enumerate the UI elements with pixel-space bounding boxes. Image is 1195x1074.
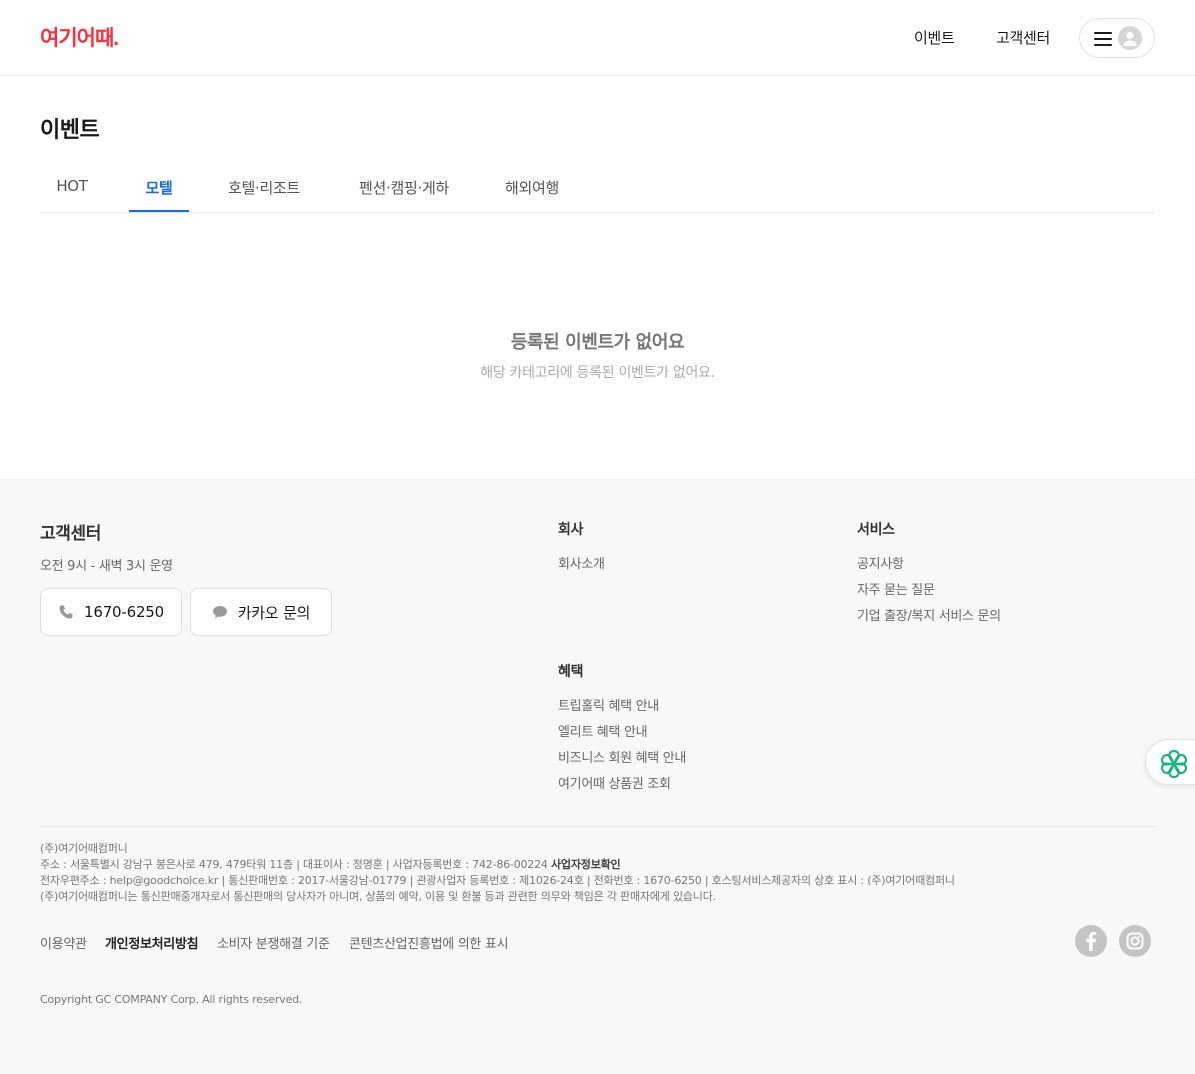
kakao-inquiry-button[interactable]: 카카오 문의 [190,588,332,636]
footer-link-notice[interactable]: 공지사항 [857,553,904,572]
biz-info-line: (주)여기어때컴퍼니 [40,842,128,855]
tab-hot[interactable]: HOT [40,164,104,212]
legal-privacy-link[interactable]: 개인정보처리방침 [105,933,199,952]
tab-overseas-travel[interactable]: 해외여행 [492,164,572,212]
footer-cs-hours: 오전 9시 - 새벽 3시 운영 [40,559,173,574]
call-phone-button[interactable]: 1670-6250 [40,588,182,636]
footer-link-elite[interactable]: 엘리트 혜택 안내 [558,721,648,740]
footer-benefits-title: 혜택 [558,664,584,680]
empty-state-description: 해당 카테고리에 등록된 이벤트가 없어요. [480,365,715,381]
empty-state-title: 등록된 이벤트가 없어요 [510,332,685,353]
top-header: 여기어때. 이벤트 고객센터 [0,0,1195,76]
footer-link-company-intro[interactable]: 회사소개 [558,553,605,572]
hamburger-menu-icon [1094,32,1112,46]
phone-icon [58,604,74,620]
yeogi-logo[interactable]: 여기어때. [40,26,146,50]
legal-content-industry-link[interactable]: 콘텐츠산업진흥법에 의한 표시 [349,933,509,952]
legal-terms-link[interactable]: 이용약관 [40,933,87,952]
copyright-text: Copyright GC COMPANY Corp. All rights re… [40,993,303,1006]
logo-wordmark: 여기어때. [40,27,119,50]
kakao-inquiry-label: 카카오 문의 [237,603,311,622]
biz-info-line: 주소 : 서울특별시 강남구 봉은사로 479, 479타워 11층 | 대표이… [40,858,621,871]
instagram-icon[interactable] [1119,925,1151,957]
footer-link-business-member[interactable]: 비즈니스 회원 혜택 안내 [558,747,686,766]
floating-assistant-button[interactable] [1145,739,1195,785]
footer: 고객센터 오전 9시 - 새벽 3시 운영 1670-6250 카카오 문의 회… [0,479,1195,1074]
nav-events-link[interactable]: 이벤트 [914,27,955,48]
footer-service-title: 서비스 [857,522,895,538]
phone-number: 1670-6250 [84,603,164,621]
footer-customer-center-title: 고객센터 [40,524,101,544]
ai-assistant-icon [1160,749,1188,779]
user-avatar-icon [1118,26,1142,50]
facebook-icon[interactable] [1075,925,1107,957]
page-title: 이벤트 [40,118,100,143]
logo-text: 여기어때. [40,27,118,50]
footer-link-gift-card[interactable]: 여기어때 상품권 조회 [558,773,671,792]
legal-dispute-link[interactable]: 소비자 분쟁해결 기준 [217,933,330,952]
biz-info-line: 전자우편주소 : help@goodchoice.kr | 통신판매번호 : 2… [40,874,955,887]
user-menu-button[interactable] [1079,18,1155,58]
nav-customer-center-link[interactable]: 고객센터 [996,27,1050,48]
category-tabs: HOT 모텔 호텔·리조트 펜션·캠핑·게하 해외여행 [40,164,1155,213]
footer-link-faq[interactable]: 자주 묻는 질문 [857,579,935,598]
biz-info-line: (주)여기어때컴퍼니는 통신판매중개자로서 통신판매의 당사자가 아니며, 상품… [40,890,716,903]
footer-link-business-inquiry[interactable]: 기업 출장/복지 서비스 문의 [857,605,1001,624]
footer-divider [40,826,1155,827]
business-info-check-link[interactable]: 사업자정보확인 [551,858,621,871]
tab-hotel-resort[interactable]: 호텔·리조트 [214,164,314,212]
chat-bubble-icon [212,604,228,620]
business-info: (주)여기어때컴퍼니 주소 : 서울특별시 강남구 봉은사로 479, 479타… [40,841,1155,905]
tab-pension-camping[interactable]: 펜션·캠핑·게하 [340,164,468,212]
footer-link-tripholic[interactable]: 트립홀릭 혜택 안내 [558,695,659,714]
footer-company-title: 회사 [558,522,584,538]
tab-motel[interactable]: 모텔 [129,164,189,212]
